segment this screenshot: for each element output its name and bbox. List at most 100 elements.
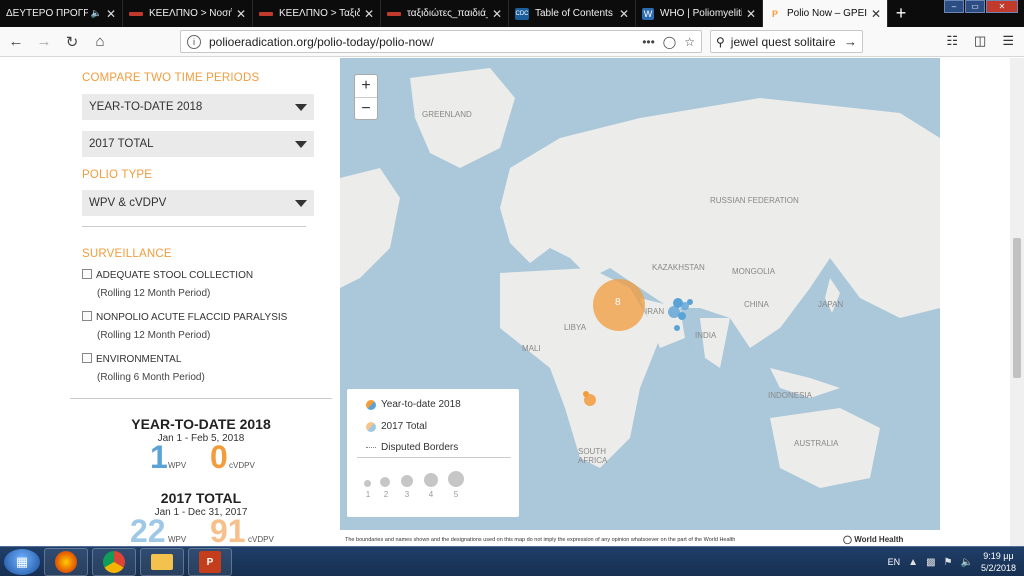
- zoom-out-button[interactable]: −: [355, 97, 377, 119]
- menu-icon[interactable]: ☰: [1002, 33, 1014, 49]
- size-label: 4: [428, 490, 434, 499]
- legend-divider: [357, 457, 511, 458]
- legend-total-label: 2017 Total: [381, 421, 427, 432]
- close-tab-icon[interactable]: ✕: [615, 7, 629, 21]
- map-label-india: INDIA: [695, 331, 717, 340]
- zoom-in-button[interactable]: +: [355, 75, 377, 97]
- checkbox[interactable]: [82, 311, 92, 321]
- chevron-down-icon: [295, 140, 307, 148]
- start-button[interactable]: ▦: [4, 549, 40, 575]
- taskbar-firefox[interactable]: [44, 548, 88, 576]
- tab-1[interactable]: ΚΕΕΛΠΝΟ > Νοσήμ ✕: [123, 0, 253, 27]
- map-label-iran: IRAN: [645, 307, 665, 316]
- ytd-wpv-count: 1: [150, 439, 168, 475]
- gpei-favicon-icon: P: [771, 8, 778, 19]
- tab-0[interactable]: ΔΕΥΤΕΡΟ ΠΡΟΓΡΑΜΜ 🔈 ✕: [0, 0, 123, 27]
- tab-2[interactable]: ΚΕΕΛΠΝΟ > Ταξιδι ✕: [253, 0, 381, 27]
- size-circle-icon: [401, 475, 413, 487]
- taskbar-chrome[interactable]: [92, 548, 136, 576]
- close-tab-icon[interactable]: ✕: [488, 7, 502, 21]
- bookmark-star-icon[interactable]: ☆: [684, 35, 695, 49]
- url-text[interactable]: polioeradication.org/polio-today/polio-n…: [209, 35, 434, 49]
- map-label-mongolia: MONGOLIA: [732, 267, 776, 276]
- taskbar-powerpoint[interactable]: P: [188, 548, 232, 576]
- total-cvdpv-count: 91: [210, 513, 246, 549]
- surveillance-option-stool[interactable]: ADEQUATE STOOL COLLECTION (Rolling 12 Mo…: [82, 267, 253, 303]
- surveillance-option-afp[interactable]: NONPOLIO ACUTE FLACCID PARALYSIS (Rollin…: [82, 309, 287, 345]
- volume-icon[interactable]: 🔈: [961, 557, 973, 568]
- new-tab-button[interactable]: +: [888, 0, 914, 27]
- tab-3[interactable]: ταξιδιώτες_παιδιά_ ✕: [381, 0, 509, 27]
- clock-time: 9:19 μμ: [983, 551, 1014, 561]
- option-sub: (Rolling 6 Month Period): [97, 372, 205, 383]
- legend-borders-label: Disputed Borders: [381, 442, 459, 453]
- period1-select[interactable]: YEAR-TO-DATE 2018: [82, 94, 314, 120]
- close-tab-icon[interactable]: ✕: [102, 7, 116, 21]
- chrome-icon: [103, 551, 125, 573]
- search-input[interactable]: jewel quest solitaire: [731, 35, 836, 49]
- forward-arrow-icon[interactable]: →: [32, 30, 56, 54]
- map-label-south-africa: SOUTH AFRICA: [578, 447, 608, 465]
- checkbox[interactable]: [82, 353, 92, 363]
- flag-icon[interactable]: ⚑: [944, 557, 953, 568]
- home-icon[interactable]: ⌂: [88, 30, 112, 54]
- size-label: 2: [383, 490, 389, 499]
- polio-type-select[interactable]: WPV & cVDPV: [82, 190, 314, 216]
- scrollbar-thumb[interactable]: [1013, 238, 1021, 378]
- sidebar-icon[interactable]: ◫: [974, 33, 986, 49]
- network-icon[interactable]: ▩: [926, 557, 935, 568]
- minimize-icon[interactable]: –: [944, 0, 964, 13]
- size-label: 5: [453, 490, 459, 499]
- pocket-icon[interactable]: ◯: [663, 35, 676, 49]
- close-tab-icon[interactable]: ✕: [360, 7, 374, 21]
- checkbox[interactable]: [82, 269, 92, 279]
- url-bar[interactable]: i polioeradication.org/polio-today/polio…: [180, 30, 702, 53]
- surveillance-option-environmental[interactable]: ENVIRONMENTAL (Rolling 6 Month Period): [82, 351, 205, 387]
- zoom-control: + −: [354, 74, 378, 120]
- folder-icon: [151, 554, 173, 570]
- legend-ytd: Year-to-date 2018: [366, 399, 461, 410]
- maximize-icon[interactable]: ▭: [965, 0, 985, 13]
- back-arrow-icon[interactable]: ←: [4, 30, 28, 54]
- cdc-favicon-icon: CDC: [515, 7, 529, 20]
- cvdpv-label: cVDPV: [248, 535, 274, 544]
- filter-panel: COMPARE TWO TIME PERIODS YEAR-TO-DATE 20…: [70, 58, 340, 549]
- site-info-icon[interactable]: i: [187, 34, 201, 49]
- window-controls: – ▭ ✕: [943, 0, 1018, 13]
- who-logo: ◯ World Health: [843, 535, 903, 544]
- tab-6[interactable]: P Polio Now – GPEI ✕: [763, 0, 888, 27]
- size-circle-icon: [424, 473, 438, 487]
- language-indicator[interactable]: EN: [888, 557, 901, 567]
- firefox-icon: [55, 551, 77, 573]
- library-icon[interactable]: ☷: [946, 33, 958, 49]
- chevron-down-icon: [295, 103, 307, 111]
- close-tab-icon[interactable]: ✕: [742, 7, 756, 21]
- size-circle-icon: [380, 477, 390, 487]
- period2-select[interactable]: 2017 TOTAL: [82, 131, 314, 157]
- navigation-bar: ← → ↻ ⌂ i polioeradication.org/polio-tod…: [0, 27, 1024, 57]
- tab-title: Table of Contents | 2: [535, 8, 615, 19]
- clock[interactable]: 9:19 μμ 5/2/2018: [981, 550, 1016, 574]
- show-hidden-icons-icon[interactable]: ▲: [908, 557, 918, 568]
- pie-icon: [366, 399, 376, 410]
- close-tab-icon[interactable]: ✕: [232, 7, 246, 21]
- close-tab-icon[interactable]: ✕: [867, 7, 881, 21]
- window-close-icon[interactable]: ✕: [986, 0, 1018, 13]
- map-label-greenland: GREENLAND: [422, 110, 472, 119]
- search-bar[interactable]: ⚲ jewel quest solitaire →: [710, 30, 863, 53]
- map-label-russia: RUSSIAN FEDERATION: [710, 196, 799, 205]
- map-label-libya: LIBYA: [564, 323, 587, 332]
- tab-4[interactable]: CDC Table of Contents | 2 ✕: [509, 0, 636, 27]
- page-scrollbar[interactable]: [1010, 58, 1024, 546]
- reload-icon[interactable]: ↻: [60, 30, 84, 54]
- search-go-icon[interactable]: →: [844, 34, 857, 49]
- dotted-line-icon: [366, 447, 376, 448]
- tab-5[interactable]: W WHO | Poliomyelitis ✕: [636, 0, 763, 27]
- speaker-icon[interactable]: 🔈: [91, 8, 102, 19]
- taskbar-explorer[interactable]: [140, 548, 184, 576]
- cvdpv-label: cVDPV: [229, 461, 255, 470]
- map-label-australia: AUSTRALIA: [794, 439, 839, 448]
- page-actions-icon[interactable]: •••: [642, 35, 655, 49]
- option-label: ADEQUATE STOOL COLLECTION: [96, 270, 254, 281]
- period2-value: 2017 TOTAL: [89, 138, 154, 150]
